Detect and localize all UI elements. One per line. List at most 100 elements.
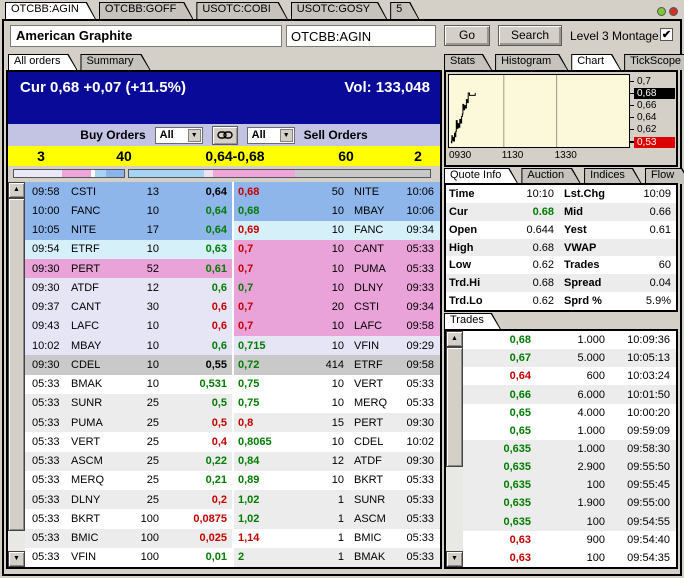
ask-price: 0,8065 <box>234 436 296 448</box>
ask-row[interactable]: 0,710LAFC09:58 <box>234 317 440 336</box>
trade-row[interactable]: 0,6390009:54:40 <box>463 531 676 549</box>
trade-row[interactable]: 0,6352.90009:55:50 <box>463 458 676 476</box>
quote-label: Yest <box>554 224 618 236</box>
bid-row[interactable]: 09:54ETRF100,63 <box>25 240 232 259</box>
bid-row[interactable]: 05:33PUMA250,5 <box>25 413 232 432</box>
ask-row[interactable]: 0,8910BKRT05:33 <box>234 471 440 490</box>
ask-row[interactable]: 1,021ASCM05:33 <box>234 509 440 528</box>
tab-indices[interactable]: Indices <box>584 168 642 184</box>
scroll-up-icon[interactable]: ▲ <box>8 182 25 198</box>
scroll-down-icon[interactable]: ▼ <box>446 551 463 567</box>
trade-row[interactable]: 0,6460010:03:24 <box>463 367 676 385</box>
trade-row[interactable]: 0,6351.90009:55:00 <box>463 494 676 512</box>
tab-trades[interactable]: Trades <box>444 313 501 329</box>
link-filters-button[interactable] <box>212 126 238 145</box>
ask-row[interactable]: 0,720CSTI09:34 <box>234 298 440 317</box>
ask-row[interactable]: 0,806510CDEL10:02 <box>234 432 440 451</box>
bid-price: 0,4 <box>159 436 232 448</box>
search-button[interactable]: Search <box>498 25 562 46</box>
chevron-down-icon[interactable]: ▼ <box>280 129 293 142</box>
trade-size: 1.000 <box>531 443 605 455</box>
bid-row[interactable]: 05:33ASCM250,22 <box>25 452 232 471</box>
trade-row[interactable]: 0,6310009:54:35 <box>463 549 676 567</box>
bid-row[interactable]: 10:02MBAY100,6 <box>25 336 232 355</box>
scrollbar-thumb[interactable] <box>446 347 463 467</box>
bid-row[interactable]: 05:33SUNR250,5 <box>25 394 232 413</box>
trade-row[interactable]: 0,651.00009:59:09 <box>463 422 676 440</box>
ask-row[interactable]: 1,021SUNR05:33 <box>234 490 440 509</box>
tab-otcbb-agin[interactable]: OTCBB:AGIN <box>5 2 96 19</box>
tab-chart[interactable]: Chart <box>571 54 621 70</box>
tab-otcbb-goff[interactable]: OTCBB:GOFF <box>99 2 194 19</box>
tab-histogram[interactable]: Histogram <box>495 54 568 70</box>
bid-row[interactable]: 05:33VFIN1000,01 <box>25 548 232 567</box>
ask-row[interactable]: 0,6910FANC09:34 <box>234 221 440 240</box>
trade-row[interactable]: 0,675.00010:05:13 <box>463 349 676 367</box>
trade-row[interactable]: 0,654.00010:00:20 <box>463 404 676 422</box>
ask-row[interactable]: 0,710PUMA05:33 <box>234 259 440 278</box>
trade-row[interactable]: 0,681.00010:09:36 <box>463 331 676 349</box>
symbol-input[interactable] <box>286 25 436 47</box>
tab-quote-info[interactable]: Quote Info <box>444 168 518 184</box>
ask-row[interactable]: 0,7510VERT05:33 <box>234 375 440 394</box>
ask-mm: PERT <box>344 417 394 429</box>
scrollbar-thumb[interactable] <box>8 198 25 531</box>
bid-row[interactable]: 09:37CANT300,6 <box>25 298 232 317</box>
trade-time: 09:59:09 <box>605 425 676 437</box>
ask-row[interactable]: 1,141BMIC05:33 <box>234 529 440 548</box>
ask-row[interactable]: 0,710DLNY09:33 <box>234 278 440 297</box>
tab-auction[interactable]: Auction <box>521 168 581 184</box>
bid-row[interactable]: 05:33MERQ250,21 <box>25 471 232 490</box>
intraday-chart <box>448 74 630 148</box>
bid-row[interactable]: 10:00FANC100,64 <box>25 201 232 220</box>
ask-row[interactable]: 21BMAK05:33 <box>234 548 440 567</box>
ask-row[interactable]: 0,815PERT09:30 <box>234 413 440 432</box>
bid-row[interactable]: 10:05NITE170,64 <box>25 221 232 240</box>
scroll-up-icon[interactable]: ▲ <box>446 331 463 347</box>
bid-row[interactable]: 05:33DLNY250,2 <box>25 490 232 509</box>
bid-price: 0,531 <box>159 378 232 390</box>
bid-row[interactable]: 09:30ATDF120,6 <box>25 278 232 297</box>
tab-5[interactable]: 5 <box>390 2 419 19</box>
ask-row[interactable]: 0,710CANT05:33 <box>234 240 440 259</box>
tab-flow[interactable]: Flow <box>645 168 684 184</box>
ask-row[interactable]: 0,6810MBAY10:06 <box>234 201 440 220</box>
trade-row[interactable]: 0,63510009:55:45 <box>463 476 676 494</box>
tab-usotc-cobi[interactable]: USOTC:COBI <box>196 2 287 19</box>
bid-row[interactable]: 09:43LAFC100,6 <box>25 317 232 336</box>
ask-row[interactable]: 0,7510MERQ05:33 <box>234 394 440 413</box>
tab-usotc-gosy[interactable]: USOTC:GOSY <box>291 2 387 19</box>
trade-row[interactable]: 0,63510009:54:55 <box>463 513 676 531</box>
tab-stats[interactable]: Stats <box>444 54 492 70</box>
tab-summary[interactable]: Summary <box>80 54 150 70</box>
ask-row[interactable]: 0,72414ETRF09:58 <box>234 355 440 374</box>
ask-time: 09:33 <box>394 282 440 294</box>
bid-row[interactable]: 09:30CDEL100,55 <box>25 355 232 374</box>
ask-price: 1,14 <box>234 532 296 544</box>
ask-row[interactable]: 0,71510VFIN09:29 <box>234 336 440 355</box>
buy-filter-select[interactable]: All ▼ <box>155 127 203 144</box>
ask-row[interactable]: 0,8412ATDF09:30 <box>234 452 440 471</box>
trade-row[interactable]: 0,666.00010:01:50 <box>463 385 676 403</box>
level3-montage-checkbox[interactable]: ✔ <box>660 28 673 41</box>
go-button[interactable]: Go <box>444 25 490 46</box>
bid-row[interactable]: 05:33BMAK100,531 <box>25 375 232 394</box>
scroll-down-icon[interactable]: ▼ <box>8 551 25 567</box>
bid-row[interactable]: 05:33BMIC1000,025 <box>25 529 232 548</box>
trades-scrollbar[interactable]: ▲ ▼ <box>446 331 463 567</box>
book-scrollbar[interactable]: ▲ ▼ <box>8 182 25 567</box>
trade-row[interactable]: 0,6351.00009:58:30 <box>463 440 676 458</box>
ask-size: 10 <box>296 282 344 294</box>
sell-filter-select[interactable]: All ▼ <box>247 127 295 144</box>
tab-label: Histogram <box>495 54 568 67</box>
bid-row[interactable]: 09:58CSTI130,64 <box>25 182 232 201</box>
tab-tickscope[interactable]: TickScope <box>624 54 684 70</box>
bid-row[interactable]: 05:33BKRT1000,0875 <box>25 509 232 528</box>
ask-price: 0,7 <box>234 263 296 275</box>
ask-row[interactable]: 0,6850NITE10:06 <box>234 182 440 201</box>
bid-row[interactable]: 09:30PERT520,61 <box>25 259 232 278</box>
chevron-down-icon[interactable]: ▼ <box>188 129 201 142</box>
y-tick-label: 0,62 <box>634 124 675 135</box>
bid-row[interactable]: 05:33VERT250,4 <box>25 432 232 451</box>
tab-all-orders[interactable]: All orders <box>8 54 77 70</box>
